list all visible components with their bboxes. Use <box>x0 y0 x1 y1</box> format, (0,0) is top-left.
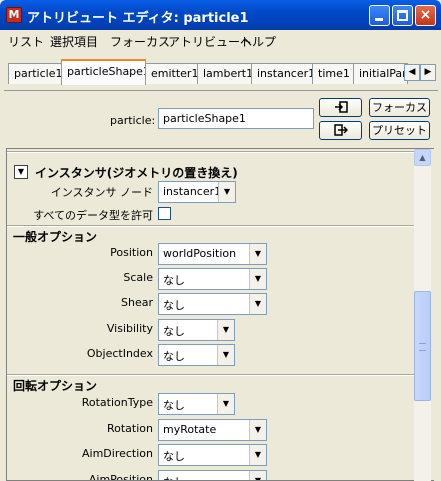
objectindex-row: ObjectIndex なし ▼ <box>7 343 415 366</box>
aimposition-label: AimPosition <box>88 473 153 481</box>
load-node-icon <box>334 101 348 113</box>
chevron-down-icon: ▼ <box>249 294 266 314</box>
chevron-down-icon: ▼ <box>217 394 234 414</box>
minimize-button[interactable] <box>369 5 390 26</box>
title-bar[interactable]: M アトリビュート エディタ: particle1 × <box>0 0 441 30</box>
visibility-label: Visibility <box>106 322 153 335</box>
shear-row: Shear なし ▼ <box>7 292 415 315</box>
instancer-section-header[interactable]: ▼ インスタンサ(ジオメトリの置き換え) <box>7 163 415 181</box>
allow-all-row: すべてのデータ型を許可 <box>7 203 415 226</box>
menu-focus[interactable]: フォーカス <box>110 33 170 50</box>
aimdirection-label: AimDirection <box>82 447 153 460</box>
rotation-row: Rotation myRotate ▼ <box>7 418 415 441</box>
visibility-row: Visibility なし ▼ <box>7 318 415 341</box>
maximize-icon <box>397 10 408 21</box>
rotation-label: Rotation <box>106 422 153 435</box>
go-to-output-icon <box>333 124 348 136</box>
section-divider <box>7 151 415 153</box>
menu-bar: リスト 選択項目 フォーカス アトリビュート ヘルプ <box>0 30 441 50</box>
position-row: Position worldPosition ▼ <box>7 242 415 265</box>
rotation-value: myRotate <box>163 423 217 436</box>
maya-icon[interactable]: M <box>6 7 22 23</box>
menu-selection[interactable]: 選択項目 <box>50 33 98 50</box>
grip-icon <box>419 343 426 351</box>
tab-initialPart[interactable]: initialPart <box>353 63 408 84</box>
close-button[interactable]: × <box>415 5 436 26</box>
tab-time1[interactable]: time1 <box>312 63 354 84</box>
objectindex-value: なし <box>163 350 185 363</box>
shear-dropdown[interactable]: なし ▼ <box>158 293 267 315</box>
close-icon: × <box>419 7 432 23</box>
instancer-node-dropdown[interactable]: instancer1 ▼ <box>158 181 236 203</box>
tab-lambert1[interactable]: lambert1 <box>197 63 252 84</box>
maximize-button[interactable] <box>392 5 413 26</box>
menu-help[interactable]: ヘルプ <box>240 33 276 50</box>
aimposition-value: なし <box>163 476 185 480</box>
chevron-down-icon: ▼ <box>249 471 266 480</box>
scale-row: Scale なし ▼ <box>7 267 415 290</box>
section-divider <box>7 225 415 227</box>
scale-value: なし <box>163 274 185 287</box>
object-label: particle: <box>110 114 156 127</box>
aimdirection-row: AimDirection なし ▼ <box>7 443 415 466</box>
chevron-down-icon: ▼ <box>249 420 266 440</box>
aimdirection-dropdown[interactable]: なし ▼ <box>158 444 267 466</box>
collapse-arrow-icon[interactable]: ▼ <box>14 165 28 179</box>
position-dropdown[interactable]: worldPosition ▼ <box>158 243 267 265</box>
menu-list[interactable]: リスト <box>8 33 44 50</box>
aimdirection-value: なし <box>163 450 185 463</box>
tab-emitter1[interactable]: emitter1 <box>145 63 198 84</box>
vertical-scrollbar[interactable]: ▲ <box>414 149 431 481</box>
aimposition-dropdown[interactable]: なし ▼ <box>158 470 267 480</box>
tab-scroll-left-button[interactable]: ◀ <box>404 64 420 81</box>
scroll-thumb[interactable] <box>414 291 431 401</box>
chevron-down-icon: ▼ <box>217 345 234 365</box>
section-divider <box>7 374 415 376</box>
rotationtype-dropdown[interactable]: なし ▼ <box>158 393 235 415</box>
scale-label: Scale <box>123 271 153 284</box>
objectindex-dropdown[interactable]: なし ▼ <box>158 344 235 366</box>
scale-dropdown[interactable]: なし ▼ <box>158 268 267 290</box>
object-row: particle: particleShape1 フォーカス プリセット <box>4 92 438 144</box>
visibility-value: なし <box>163 325 185 338</box>
chevron-down-icon: ▼ <box>249 269 266 289</box>
select-node-button[interactable] <box>319 98 362 117</box>
chevron-down-icon: ▼ <box>249 244 266 264</box>
instancer-node-value: instancer1 <box>163 185 222 198</box>
tab-instancer1[interactable]: instancer1 <box>251 63 313 84</box>
rotationtype-row: RotationType なし ▼ <box>7 392 415 415</box>
rotation-dropdown[interactable]: myRotate ▼ <box>158 419 267 441</box>
tab-particleShape1[interactable]: particleShape1 <box>61 59 146 85</box>
node-tab-strip: particle1 particleShape1 emitter1 lamber… <box>4 57 438 91</box>
allow-all-checkbox[interactable] <box>158 207 171 220</box>
position-value: worldPosition <box>163 247 237 260</box>
tab-scroll-right-button[interactable]: ▶ <box>420 64 436 81</box>
rotationtype-label: RotationType <box>81 396 153 409</box>
visibility-dropdown[interactable]: なし ▼ <box>158 319 235 341</box>
rotationtype-value: なし <box>163 399 185 412</box>
window-title: アトリビュート エディタ: particle1 <box>27 11 249 26</box>
minimize-icon <box>375 18 383 21</box>
aimposition-row: AimPosition なし ▼ <box>7 469 415 481</box>
focus-button[interactable]: フォーカス <box>369 98 430 117</box>
allow-all-label: すべてのデータ型を許可 <box>33 209 153 222</box>
objectindex-label: ObjectIndex <box>86 347 153 360</box>
tab-particle1[interactable]: particle1 <box>8 63 62 84</box>
chevron-down-icon: ▼ <box>217 320 234 340</box>
show-node-button[interactable] <box>319 121 362 140</box>
preset-button[interactable]: プリセット <box>369 121 430 140</box>
instancer-node-row: インスタンサ ノード instancer1 ▼ <box>7 180 415 203</box>
shear-value: なし <box>163 299 185 312</box>
chevron-down-icon: ▼ <box>218 182 235 202</box>
attribute-panel[interactable]: ▼ インスタンサ(ジオメトリの置き換え) インスタンサ ノード instance… <box>6 148 434 481</box>
chevron-down-icon: ▼ <box>249 445 266 465</box>
shear-label: Shear <box>121 296 153 309</box>
instancer-section-title: インスタンサ(ジオメトリの置き換え) <box>35 166 238 180</box>
position-label: Position <box>110 246 153 259</box>
object-name-field[interactable]: particleShape1 <box>158 108 314 129</box>
scroll-up-button[interactable]: ▲ <box>414 149 431 166</box>
instancer-node-label: インスタンサ ノード <box>50 186 153 199</box>
